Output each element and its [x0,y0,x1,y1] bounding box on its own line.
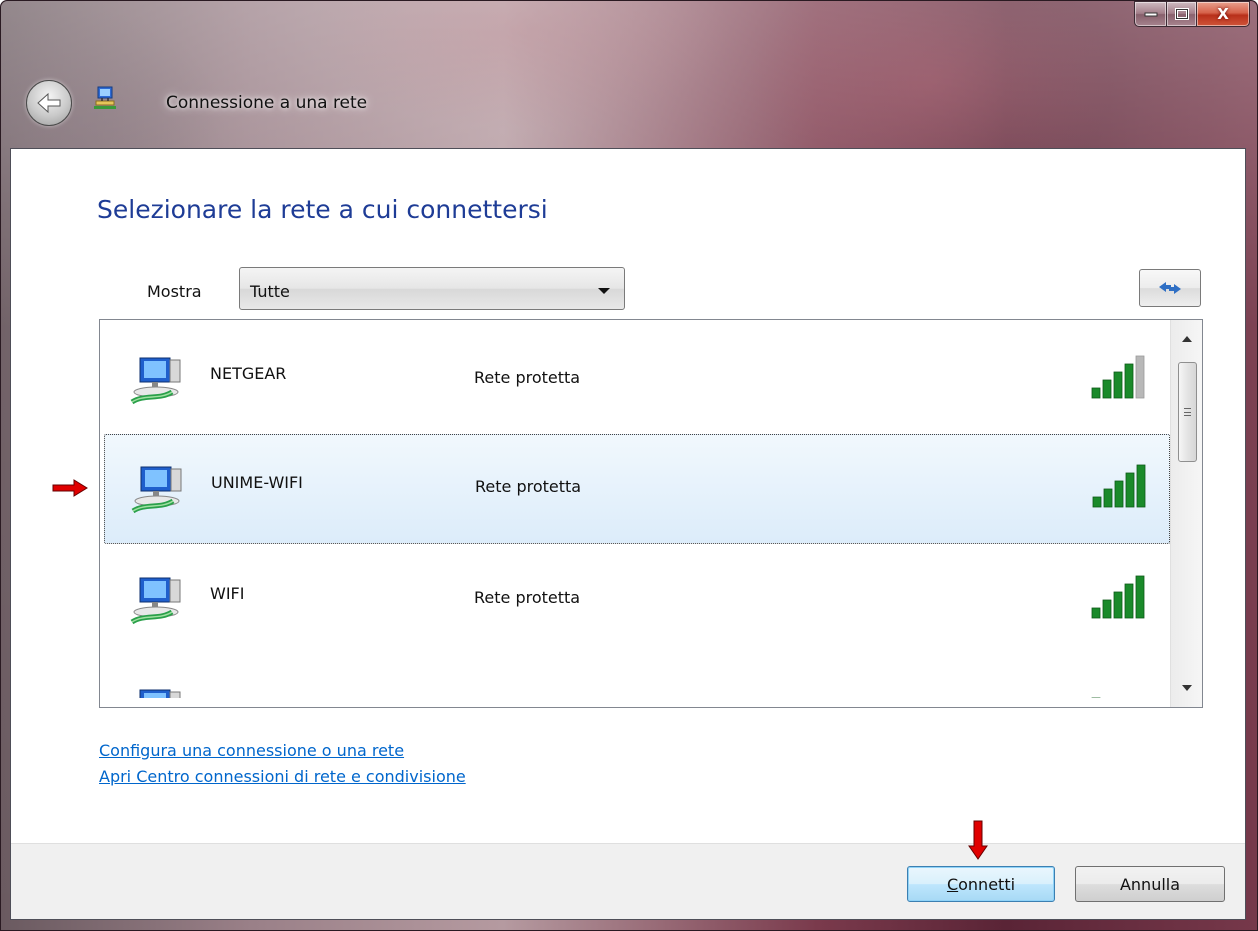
scroll-down-icon [1182,685,1192,691]
annotation-arrow-right-icon [52,479,88,497]
connect-accelerator: C [946,874,959,894]
maximize-button[interactable] [1166,1,1196,27]
signal-bar-on [1091,607,1101,619]
connect-label: onnetti [958,874,1016,894]
show-filter-value: Tutte [250,282,290,301]
show-filter-dropdown[interactable]: Tutte [239,267,625,310]
signal-bar-on [1114,480,1124,508]
setup-connection-link[interactable]: Configura una connessione o una rete [99,741,404,760]
minimize-button[interactable] [1134,1,1166,27]
signal-bar-off [1103,690,1111,698]
network-connection-icon [94,86,116,109]
signal-bar-off [1135,355,1145,399]
network-name: NETGEAR [210,364,287,383]
close-button[interactable]: X [1196,1,1250,27]
wireless-network-icon [131,466,182,514]
dialog-footer: Connetti Annulla [11,843,1245,919]
network-security-status: Rete protetta [474,368,581,387]
grip-icon [1184,408,1191,416]
signal-strength-icon [1092,464,1146,508]
signal-strength-icon [1091,575,1145,619]
annotation-arrow-down-icon [968,820,988,860]
caption-buttons: X [1134,1,1250,29]
network-row[interactable] [104,658,1170,698]
chevron-down-icon [598,288,610,294]
signal-bar-on [1102,379,1112,399]
signal-bar-off [1114,682,1122,698]
network-list[interactable]: NETGEAR Rete protetta UNIME-WIFI Rete prote… [99,319,1203,708]
dialog-client-area: Selezionare la rete a cui connettersi Mo… [10,148,1246,920]
back-button[interactable] [26,80,72,126]
wireless-network-icon [130,357,181,405]
network-row[interactable]: WIFI Rete protetta [104,546,1170,656]
network-name: WIFI [210,584,245,603]
show-label: Mostra [147,282,202,301]
scroll-up-icon [1182,336,1192,342]
signal-bar-off [1125,674,1133,698]
signal-bar-on [1124,583,1134,619]
scroll-thumb[interactable] [1178,362,1197,462]
network-row[interactable]: NETGEAR Rete protetta [104,326,1170,436]
refresh-arrows-icon [1159,282,1181,294]
signal-bar-on [1113,371,1123,399]
list-scrollbar[interactable] [1170,320,1202,707]
signal-bar-on [1125,472,1135,508]
network-center-link[interactable]: Apri Centro connessioni di rete e condiv… [99,767,466,786]
window-title: Connessione a una rete [166,93,368,113]
back-arrow-icon [37,92,61,114]
network-security-status: Rete protetta [474,588,581,607]
scroll-up-button[interactable] [1171,322,1202,356]
signal-strength-icon [1091,666,1144,698]
refresh-button[interactable] [1139,269,1201,307]
signal-bar-on [1103,488,1113,508]
signal-bar-on [1124,363,1134,399]
signal-bar-on [1092,496,1102,508]
network-security-status: Rete protetta [475,477,582,496]
network-row[interactable]: UNIME-WIFI Rete protetta [104,434,1170,544]
maximize-icon [1174,8,1189,20]
signal-strength-icon [1091,355,1145,399]
minimize-icon [1144,12,1157,17]
scroll-down-button[interactable] [1171,671,1202,705]
page-heading: Selezionare la rete a cui connettersi [97,195,548,224]
wireless-network-icon [130,577,181,625]
cancel-button[interactable]: Annulla [1075,866,1225,902]
close-icon: X [1217,5,1229,23]
wireless-network-icon [139,689,181,698]
connect-button[interactable]: Connetti [907,866,1055,902]
signal-bar-on [1135,575,1145,619]
signal-bar-on [1113,591,1123,619]
signal-bar-on [1136,464,1146,508]
network-name: UNIME-WIFI [211,473,303,492]
signal-bar-off [1136,666,1144,698]
signal-bar-on [1091,387,1101,399]
signal-bar-on [1102,599,1112,619]
